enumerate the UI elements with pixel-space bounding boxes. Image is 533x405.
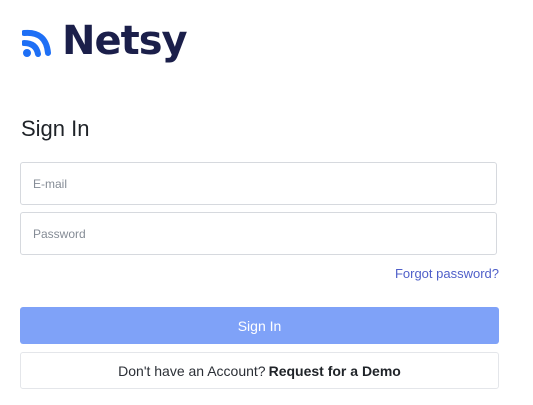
- request-demo-link[interactable]: Request for a Demo: [269, 363, 401, 379]
- sign-in-button[interactable]: Sign In: [20, 307, 499, 344]
- sign-in-page: Netsy Sign In Forgot password? Sign In D…: [0, 0, 533, 405]
- brand-logo: Netsy: [22, 14, 188, 68]
- no-account-prompt: Don't have an Account?: [118, 362, 266, 379]
- password-field[interactable]: [20, 212, 497, 255]
- forgot-password-link[interactable]: Forgot password?: [395, 266, 499, 281]
- page-title: Sign In: [21, 116, 90, 141]
- request-demo-box: Don't have an Account? Request for a Dem…: [20, 352, 499, 389]
- netsy-logo-mark-icon: [22, 29, 51, 57]
- brand-name: Netsy: [62, 18, 188, 64]
- email-field[interactable]: [20, 162, 497, 205]
